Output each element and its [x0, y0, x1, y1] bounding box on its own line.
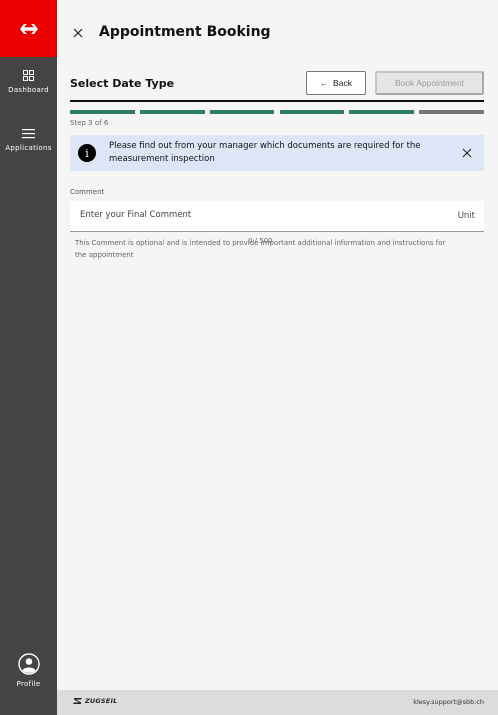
progress-stepper: [70, 110, 484, 114]
sidebar-item-label: Applications: [5, 144, 52, 152]
progress-step: [139, 110, 205, 114]
sbb-arrows-icon: [19, 23, 38, 34]
arrow-left-icon: ←: [320, 78, 329, 88]
info-notification: i Please find out from your manager whic…: [70, 135, 484, 171]
info-message: Please find out from your manager which …: [109, 141, 421, 164]
back-button[interactable]: ← Back: [306, 71, 366, 95]
main-panel: Appointment Booking Select Date Type ← B…: [57, 0, 498, 690]
info-icon: i: [78, 144, 96, 162]
sidebar: Dashboard Applications Profile: [0, 0, 57, 715]
progress-step: [209, 110, 275, 114]
support-email-link[interactable]: klesy.support@sbb.ch: [413, 698, 484, 706]
comment-label: Comment: [70, 188, 105, 196]
page-title: Appointment Booking: [99, 24, 271, 40]
back-button-label: Back: [333, 78, 352, 88]
sbb-logo[interactable]: [0, 0, 57, 57]
user-circle-icon: [17, 653, 40, 675]
comment-unit: Unit: [457, 211, 475, 221]
book-appointment-label: Book Appointment: [395, 78, 464, 88]
close-icon[interactable]: [462, 148, 472, 158]
sidebar-item-dashboard[interactable]: Dashboard: [0, 70, 57, 94]
progress-step: [279, 110, 345, 114]
comment-input[interactable]: [80, 210, 380, 220]
book-appointment-button[interactable]: Book Appointment: [375, 71, 484, 95]
sidebar-item-profile[interactable]: Profile: [0, 653, 57, 688]
comment-field: Unit: [70, 201, 484, 232]
step-indicator: Step 3 of 6: [70, 119, 109, 127]
progress-step: [419, 110, 484, 114]
character-counter: 0 / 500: [248, 237, 273, 245]
zugseil-logo-icon: [73, 698, 82, 704]
footer-logo: ZUGSEIL: [73, 697, 117, 705]
hamburger-menu-icon: [22, 129, 35, 139]
progress-step: [349, 110, 415, 114]
dashboard-grid-icon: [23, 70, 34, 81]
close-icon[interactable]: [71, 26, 85, 40]
sidebar-item-applications[interactable]: Applications: [0, 128, 57, 152]
sidebar-item-label: Dashboard: [8, 86, 49, 94]
section-title: Select Date Type: [70, 77, 175, 90]
footer: ZUGSEIL klesy.support@sbb.ch: [57, 690, 498, 715]
header-divider: [70, 100, 484, 102]
footer-brand: ZUGSEIL: [85, 697, 118, 705]
sidebar-item-label: Profile: [16, 680, 41, 688]
progress-step: [70, 110, 135, 114]
